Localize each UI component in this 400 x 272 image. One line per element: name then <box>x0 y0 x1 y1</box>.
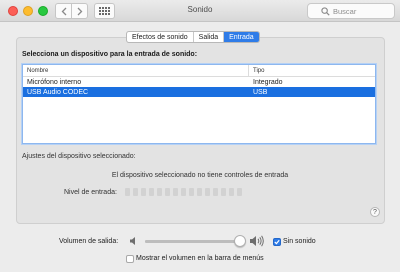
level-segment <box>149 188 154 196</box>
level-segment <box>237 188 242 196</box>
level-segment <box>229 188 234 196</box>
level-segment <box>157 188 162 196</box>
search-field[interactable] <box>307 3 395 19</box>
level-segment <box>213 188 218 196</box>
level-segment <box>173 188 178 196</box>
device-name: USB Audio CODEC <box>27 88 89 96</box>
device-type: Integrado <box>253 78 283 86</box>
input-level-meter <box>125 188 242 196</box>
show-volume-in-menu-checkbox[interactable] <box>126 255 134 263</box>
input-level-label: Nivel de entrada: <box>64 189 117 196</box>
mute-label[interactable]: Sin sonido <box>283 238 316 245</box>
level-segment <box>125 188 130 196</box>
device-type: USB <box>253 88 268 96</box>
column-header-type[interactable]: Tipo <box>249 68 264 74</box>
device-table[interactable]: Nombre Tipo Micrófono interno Integrado … <box>22 64 376 144</box>
help-icon[interactable]: ? <box>370 207 380 217</box>
tab-output[interactable]: Salida <box>194 32 225 42</box>
level-segment <box>165 188 170 196</box>
output-volume-slider[interactable] <box>145 235 246 247</box>
level-segment <box>189 188 194 196</box>
output-volume-label: Volumen de salida: <box>59 238 119 245</box>
level-segment <box>181 188 186 196</box>
tab-bar: Efectos de sonido Salida Entrada <box>126 31 260 43</box>
checkmark-icon <box>274 239 280 245</box>
table-row[interactable]: USB Audio CODEC USB <box>23 87 375 97</box>
level-segment <box>133 188 138 196</box>
show-volume-in-menu-label[interactable]: Mostrar el volumen en la barra de menús <box>136 255 264 262</box>
level-segment <box>197 188 202 196</box>
level-segment <box>221 188 226 196</box>
title-bar: Sonido <box>0 0 400 22</box>
speaker-low-icon <box>130 237 135 245</box>
search-input[interactable] <box>333 6 388 16</box>
speaker-high-icon <box>250 235 264 247</box>
slider-knob[interactable] <box>234 235 246 247</box>
search-icon <box>321 7 330 16</box>
no-controls-message: El dispositivo seleccionado no tiene con… <box>111 172 289 179</box>
tab-input[interactable]: Entrada <box>224 32 259 42</box>
tab-sound-effects[interactable]: Efectos de sonido <box>127 32 194 42</box>
device-heading: Selecciona un dispositivo para la entrad… <box>22 51 198 58</box>
table-header: Nombre Tipo <box>23 65 375 77</box>
level-segment <box>141 188 146 196</box>
table-row[interactable]: Micrófono interno Integrado <box>23 77 375 87</box>
mute-checkbox[interactable] <box>273 238 281 246</box>
device-name: Micrófono interno <box>27 78 82 86</box>
sound-preferences-window: Sonido Efectos de sonido Salida Entrada … <box>0 0 400 272</box>
adjust-label: Ajustes del dispositivo seleccionado: <box>22 153 136 160</box>
column-header-name[interactable]: Nombre <box>23 65 249 76</box>
level-segment <box>205 188 210 196</box>
slider-fill <box>145 240 240 243</box>
